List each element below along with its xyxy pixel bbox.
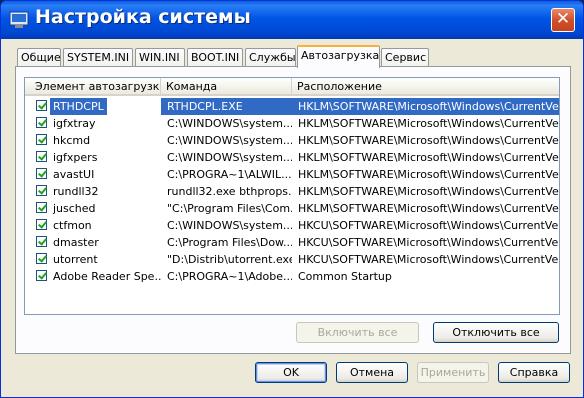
cancel-button[interactable]: Отмена xyxy=(336,362,408,383)
cell-item: dmaster xyxy=(25,234,161,251)
item-label: RTHDCPL xyxy=(50,98,107,115)
table-row[interactable]: ctfmon C:\WINDOWS\system... HKCU\SOFTWARE\… xyxy=(25,217,560,234)
item-label: hkcmd xyxy=(53,134,91,147)
msconfig-icon xyxy=(9,11,29,28)
ok-button[interactable]: OK xyxy=(255,362,327,383)
cell-item: RTHDCPL xyxy=(25,98,161,115)
item-label: avastUI xyxy=(53,168,95,181)
cell-command: rundll32.exe bthprops... xyxy=(167,185,292,198)
startup-checkbox[interactable] xyxy=(36,253,47,264)
tab-tools[interactable]: Сервис xyxy=(381,48,429,67)
column-header-command[interactable]: Команда xyxy=(161,78,292,96)
close-button[interactable]: ✕ xyxy=(551,8,575,32)
cell-location: HKLM\SOFTWARE\Microsoft\Windows\CurrentV… xyxy=(298,168,560,181)
startup-checkbox[interactable] xyxy=(36,100,47,111)
startup-checkbox[interactable] xyxy=(36,151,47,162)
startup-checkbox[interactable] xyxy=(36,202,47,213)
cell-command: C:\Program Files\Dow... xyxy=(167,236,292,249)
apply-button[interactable]: Применить xyxy=(417,362,489,383)
cell-location: HKCU\SOFTWARE\Microsoft\Windows\CurrentV… xyxy=(298,219,560,232)
cell-location: HKLM\SOFTWARE\Microsoft\Windows\CurrentV… xyxy=(298,117,560,130)
cell-location: HKLM\SOFTWARE\Microsoft\Windows\CurrentV… xyxy=(298,185,560,198)
cell-command: C:\WINDOWS\system... xyxy=(167,219,292,232)
tab-general[interactable]: Общие xyxy=(17,48,61,67)
tab-system-ini[interactable]: SYSTEM.INI xyxy=(63,48,133,67)
startup-checkbox[interactable] xyxy=(36,134,47,145)
table-row[interactable]: utorrent "D:\Distrib\utorrent.exe" HKCU\SO… xyxy=(25,251,560,268)
cell-item: ctfmon xyxy=(25,217,161,234)
cell-location: HKCU\SOFTWARE\Microsoft\Windows\CurrentV… xyxy=(298,236,560,249)
list-header: Элемент автозагрузки Команда Расположени… xyxy=(25,78,559,96)
help-button[interactable]: Справка xyxy=(498,362,570,383)
cell-location: Common Startup xyxy=(298,270,392,283)
tab-startup[interactable]: Автозагрузка xyxy=(297,45,380,68)
cell-item: avastUI xyxy=(25,166,161,183)
cell-item: Adobe Reader Spe... xyxy=(25,268,161,285)
table-row[interactable]: hkcmd C:\WINDOWS\system... HKLM\SOFTWARE\M… xyxy=(25,132,560,149)
item-label: utorrent xyxy=(53,253,98,266)
item-label: igfxtray xyxy=(53,117,96,130)
cell-item: igfxpers xyxy=(25,149,161,166)
cell-item: rundll32 xyxy=(25,183,161,200)
startup-checkbox[interactable] xyxy=(36,185,47,196)
startup-checkbox[interactable] xyxy=(36,270,47,281)
table-row[interactable]: jusched "C:\Program Files\Com... HKLM\SOFT… xyxy=(25,200,560,217)
table-row[interactable]: RTHDCPL RTHDCPL.EXE HKLM\SOFTWARE\Microsof… xyxy=(25,98,559,115)
table-row[interactable]: Adobe Reader Spe... C:\PROGRA~1\Adobe... C… xyxy=(25,268,559,285)
cell-command: "D:\Distrib\utorrent.exe" xyxy=(167,253,292,266)
item-label: dmaster xyxy=(53,236,99,249)
cell-item: igfxtray xyxy=(25,115,161,132)
startup-list[interactable]: Элемент автозагрузки Команда Расположени… xyxy=(24,77,560,315)
startup-checkbox[interactable] xyxy=(36,236,47,247)
cell-item: utorrent xyxy=(25,251,161,268)
close-icon: ✕ xyxy=(555,9,571,29)
cell-command: C:\WINDOWS\system... xyxy=(167,134,292,147)
cell-command: C:\PROGRA~1\ALWIL... xyxy=(167,168,292,181)
cell-command: RTHDCPL.EXE xyxy=(161,98,292,115)
item-label: jusched xyxy=(53,202,96,215)
item-label: Adobe Reader Spe... xyxy=(53,270,161,283)
startup-checkbox[interactable] xyxy=(36,219,47,230)
table-row[interactable]: avastUI C:\PROGRA~1\ALWIL... HKLM\SOFTWARE… xyxy=(25,166,560,183)
window-title: Настройка системы xyxy=(35,6,251,28)
cell-command: C:\PROGRA~1\Adobe... xyxy=(167,270,292,283)
cell-item: hkcmd xyxy=(25,132,161,149)
cell-location: HKLM\SOFTWARE\Microsoft\Windows\CurrentV… xyxy=(292,98,559,115)
cell-command: "C:\Program Files\Com... xyxy=(167,202,292,215)
column-header-location[interactable]: Расположение xyxy=(292,78,559,96)
column-header-item[interactable]: Элемент автозагрузки xyxy=(25,78,161,96)
cell-location: HKCU\SOFTWARE\Microsoft\Windows\CurrentV… xyxy=(298,253,560,266)
cell-command: C:\WINDOWS\system... xyxy=(167,117,292,130)
table-row[interactable]: igfxtray C:\WINDOWS\system... HKLM\SOFTWAR… xyxy=(25,115,560,132)
item-label: igfxpers xyxy=(53,151,98,164)
startup-checkbox[interactable] xyxy=(36,117,47,128)
table-row[interactable]: dmaster C:\Program Files\Dow... HKCU\SOFTW… xyxy=(25,234,560,251)
title-bar[interactable]: Настройка системы ✕ xyxy=(1,1,583,39)
cell-location: HKLM\SOFTWARE\Microsoft\Windows\CurrentV… xyxy=(298,151,560,164)
cell-location: HKLM\SOFTWARE\Microsoft\Windows\CurrentV… xyxy=(298,202,560,215)
startup-checkbox[interactable] xyxy=(36,168,47,179)
table-row[interactable]: rundll32 rundll32.exe bthprops... HKLM\SOF… xyxy=(25,183,560,200)
system-config-window: Настройка системы ✕ Общие SYSTEM.INI WIN… xyxy=(0,0,584,398)
table-row[interactable]: igfxpers C:\WINDOWS\system... HKLM\SOFTWAR… xyxy=(25,149,560,166)
tab-services[interactable]: Службы xyxy=(245,48,296,67)
cell-item: jusched xyxy=(25,200,161,217)
tab-win-ini[interactable]: WIN.INI xyxy=(135,48,185,67)
enable-all-button[interactable]: Включить все xyxy=(296,322,419,343)
item-label: rundll32 xyxy=(53,185,99,198)
cell-command: C:\WINDOWS\system... xyxy=(167,151,292,164)
item-label: ctfmon xyxy=(53,219,92,232)
disable-all-button[interactable]: Отключить все xyxy=(433,322,559,343)
tab-boot-ini[interactable]: BOOT.INI xyxy=(187,48,243,67)
cell-location: HKLM\SOFTWARE\Microsoft\Windows\CurrentV… xyxy=(298,134,560,147)
